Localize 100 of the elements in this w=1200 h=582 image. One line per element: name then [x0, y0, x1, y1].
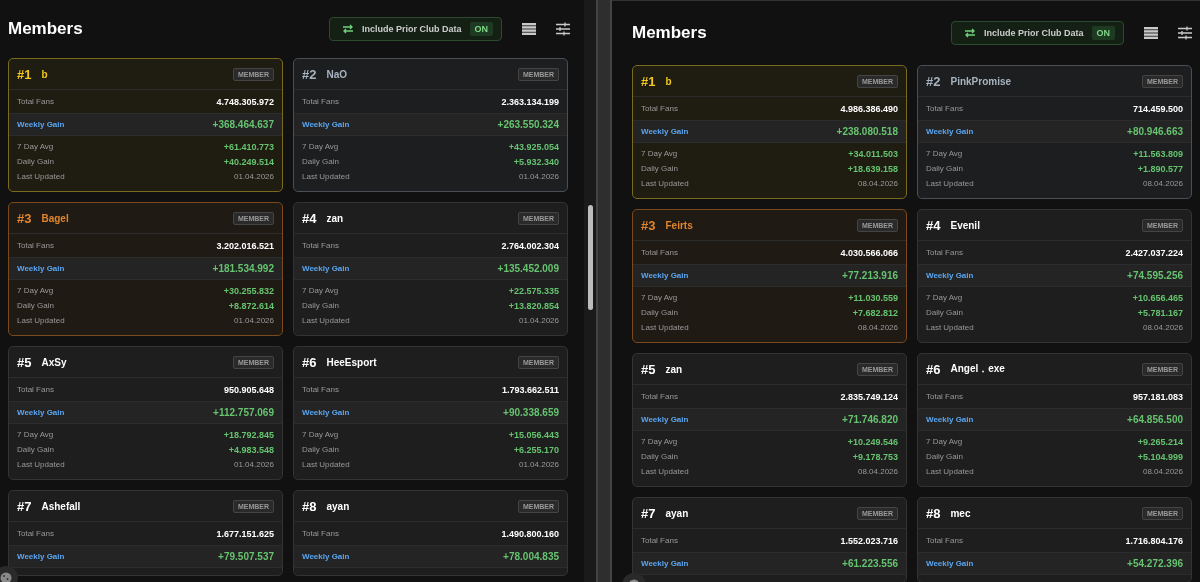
- rank-number: #4: [926, 217, 941, 233]
- member-name: b: [665, 75, 673, 87]
- stat-value: +6.255.170: [513, 444, 559, 455]
- stat-value: +181.534.992: [212, 263, 274, 274]
- stat-label: Daily Gain: [302, 445, 339, 454]
- stat-value: +78.004.835: [503, 551, 559, 562]
- stat-value: +90.338.659: [503, 407, 559, 418]
- stat-label: Weekly Gain: [641, 559, 689, 568]
- stat-value: +64.856.500: [1127, 414, 1183, 425]
- stat-label: Total Fans: [926, 248, 963, 257]
- swap-arrows-icon[interactable]: [342, 24, 354, 34]
- stat-label: 7 Day Avg: [641, 293, 678, 302]
- stat-value: +9.265.214: [1137, 436, 1183, 447]
- stat-value: 714.459.500: [1132, 103, 1183, 114]
- stat-label: Last Updated: [926, 323, 974, 332]
- rank-number: #3: [641, 217, 656, 233]
- stat-value: 1.490.800.160: [501, 528, 559, 539]
- rank-number: #7: [17, 498, 32, 514]
- section-title: Members: [8, 19, 83, 39]
- rank-number: #7: [641, 505, 656, 521]
- stat-label: Last Updated: [17, 460, 65, 469]
- stat-value: +54.272.396: [1127, 558, 1183, 569]
- cookie-icon[interactable]: [0, 572, 12, 582]
- toggle-button[interactable]: Include Prior Club Data ON: [329, 17, 502, 41]
- stat-label: Last Updated: [302, 460, 350, 469]
- sliders-icon[interactable]: [1178, 26, 1192, 40]
- member-name: Feirts: [665, 219, 694, 231]
- list-icon[interactable]: [522, 23, 536, 35]
- scrollbar[interactable]: [584, 0, 596, 582]
- member-name: ayan: [665, 507, 690, 519]
- stat-value: +71.746.820: [842, 414, 898, 425]
- toggle-state: ON: [1091, 26, 1115, 40]
- stat-label: Daily Gain: [17, 157, 54, 166]
- stat-label: Total Fans: [302, 241, 339, 250]
- stat-value: +13.820.854: [508, 300, 559, 311]
- member-name: mec: [950, 507, 972, 519]
- stat-label: 7 Day Avg: [302, 286, 339, 295]
- stat-value: +30.255.832: [223, 285, 274, 296]
- stat-value: +10.656.465: [1132, 292, 1183, 303]
- sliders-icon[interactable]: [556, 22, 570, 36]
- stat-value: 08.04.2026: [1142, 323, 1183, 332]
- stat-label: Daily Gain: [926, 164, 963, 173]
- stat-value: +18.639.158: [847, 163, 898, 174]
- swap-arrows-icon[interactable]: [964, 28, 976, 38]
- stat-value: +7.682.812: [852, 307, 898, 318]
- stat-value: +4.983.548: [228, 444, 274, 455]
- stat-value: +1.890.577: [1137, 163, 1183, 174]
- stat-value: 957.181.083: [1132, 391, 1183, 402]
- stat-label: Total Fans: [641, 104, 678, 113]
- stat-value: 4.986.386.490: [840, 103, 898, 114]
- member-name: ayan: [326, 500, 351, 512]
- stat-value: +10.249.546: [847, 436, 898, 447]
- stat-label: 7 Day Avg: [302, 142, 339, 151]
- scrollbar-thumb[interactable]: [587, 205, 593, 310]
- stat-label: 7 Day Avg: [641, 149, 678, 158]
- member-name: NaO: [326, 68, 349, 80]
- rank-number: #2: [926, 73, 941, 89]
- member-name: zan: [665, 363, 684, 375]
- stat-label: Last Updated: [302, 316, 350, 325]
- member-name: HeeEsport: [326, 356, 378, 368]
- stat-label: Last Updated: [641, 179, 689, 188]
- stat-label: Last Updated: [17, 172, 65, 181]
- stat-value: 01.04.2026: [233, 172, 274, 181]
- toggle-label: Include Prior Club Data: [362, 24, 462, 34]
- list-icon[interactable]: [1144, 27, 1158, 39]
- stat-label: Total Fans: [302, 97, 339, 106]
- rank-number: #6: [926, 361, 941, 377]
- stat-label: Weekly Gain: [926, 127, 974, 136]
- stat-value: 08.04.2026: [857, 179, 898, 188]
- stat-label: Weekly Gain: [641, 415, 689, 424]
- toggle-label: Include Prior Club Data: [984, 28, 1084, 38]
- stat-label: Daily Gain: [641, 452, 678, 461]
- rank-number: #5: [17, 354, 32, 370]
- stat-label: Total Fans: [641, 536, 678, 545]
- stat-label: Daily Gain: [17, 301, 54, 310]
- stat-label: Last Updated: [17, 316, 65, 325]
- stat-label: Weekly Gain: [17, 264, 65, 273]
- stat-value: 01.04.2026: [233, 460, 274, 469]
- stat-value: 08.04.2026: [1142, 179, 1183, 188]
- rank-number: #8: [302, 498, 317, 514]
- section-title: Members: [632, 23, 707, 43]
- stat-label: Total Fans: [926, 536, 963, 545]
- stat-value: +15.056.443: [508, 429, 559, 440]
- stat-value: 2.835.749.124: [840, 391, 898, 402]
- member-name: b: [41, 68, 49, 80]
- stat-value: +112.757.069: [213, 407, 274, 418]
- stat-label: 7 Day Avg: [926, 437, 963, 446]
- rank-number: #1: [641, 73, 656, 89]
- stat-value: +61.410.773: [223, 141, 274, 152]
- stat-value: 1.677.151.625: [216, 528, 274, 539]
- stat-label: Total Fans: [17, 97, 54, 106]
- toggle-button[interactable]: Include Prior Club Data ON: [951, 21, 1124, 45]
- stat-value: 950.905.648: [223, 384, 274, 395]
- stat-label: Daily Gain: [17, 445, 54, 454]
- stat-label: Daily Gain: [926, 308, 963, 317]
- stat-label: Weekly Gain: [17, 552, 65, 561]
- stat-value: +74.595.256: [1127, 270, 1183, 281]
- stat-label: Last Updated: [641, 323, 689, 332]
- stat-label: Daily Gain: [302, 301, 339, 310]
- stat-value: +11.563.809: [1133, 148, 1183, 159]
